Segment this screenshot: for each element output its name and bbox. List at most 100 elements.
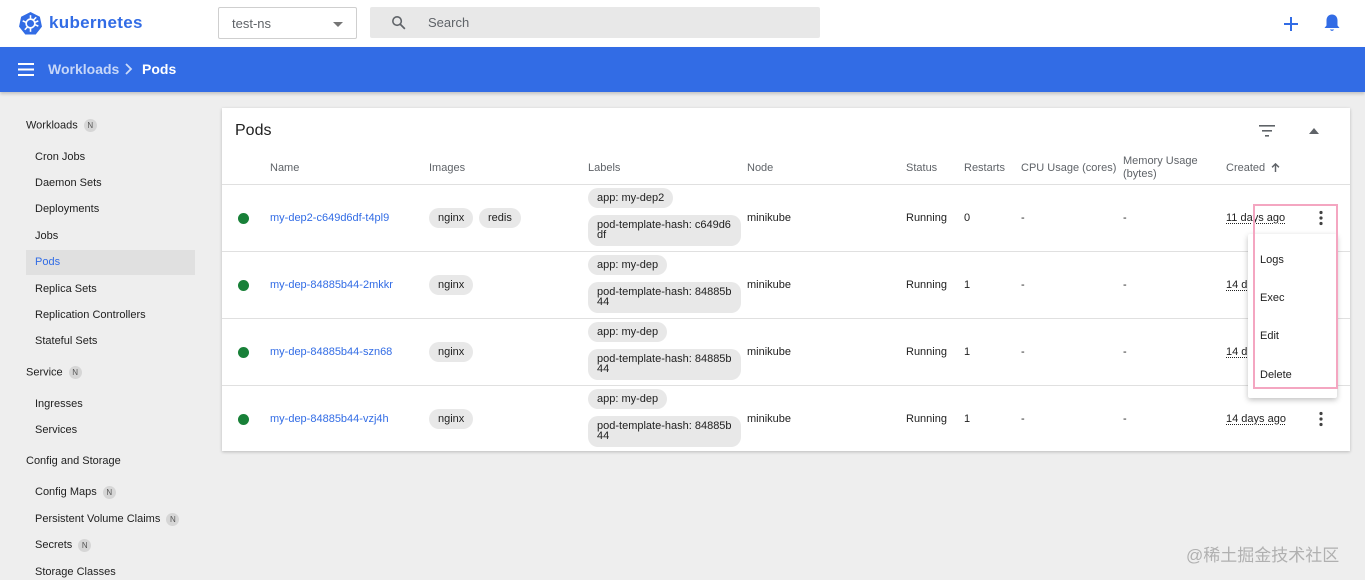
search-input[interactable] (428, 13, 808, 32)
chevron-down-icon (333, 22, 343, 27)
sidebar-item-persistent-volume-claims[interactable]: Persistent Volume Claims N (26, 507, 195, 532)
image-chip: nginx (429, 208, 474, 228)
node-value: minikube (747, 279, 792, 291)
sidebar: Workloads N Cron Jobs Daemon Sets Deploym… (0, 92, 206, 580)
hamburger-menu-icon[interactable] (18, 63, 34, 76)
column-header-labels: Labels (588, 162, 621, 174)
sidebar-item-pods[interactable]: Pods (26, 250, 195, 275)
image-chip: redis (479, 208, 521, 228)
pod-name-link[interactable]: my-dep-84885b44-szn68 (270, 346, 392, 358)
label-chip: app: my-dep (588, 389, 668, 409)
column-header-memory: Memory Usage (bytes) (1123, 155, 1198, 180)
sidebar-section-service[interactable]: Service N (26, 366, 82, 379)
status-running-icon (238, 280, 249, 291)
memory-value: - (1123, 279, 1127, 291)
pods-card: Pods Name Images Labels Node Status Rest… (222, 108, 1350, 451)
breadcrumb-current: Pods (142, 61, 177, 77)
search-bar[interactable] (370, 7, 820, 38)
column-header-images: Images (429, 162, 466, 174)
column-header-node: Node (747, 162, 774, 174)
restarts-value: 0 (964, 212, 971, 224)
label-chip: pod-template-hash: 84885b44 (588, 282, 741, 313)
kubernetes-logo-icon[interactable] (18, 11, 43, 36)
column-header-status: Status (906, 162, 938, 174)
cpu-value: - (1021, 212, 1025, 224)
menu-item-delete[interactable]: Delete (1248, 356, 1337, 394)
status-value: Running (906, 279, 947, 291)
namespaced-badge: N (78, 538, 92, 552)
node-value: minikube (747, 413, 792, 425)
sidebar-section-workloads[interactable]: Workloads N (26, 119, 97, 132)
sidebar-section-config-storage[interactable]: Config and Storage (26, 455, 121, 467)
restarts-value: 1 (964, 413, 971, 425)
more-vert-icon[interactable] (1317, 411, 1325, 427)
namespaced-badge: N (83, 119, 97, 132)
cpu-value: - (1021, 413, 1025, 425)
sidebar-item-config-maps[interactable]: Config Maps N (26, 480, 195, 505)
created-value: 14 days ago (1226, 413, 1286, 425)
chevron-right-icon (125, 63, 133, 75)
watermark: @稀土掘金技术社区 (1186, 546, 1340, 565)
menu-item-edit[interactable]: Edit (1248, 317, 1337, 355)
sidebar-item-daemon-sets[interactable]: Daemon Sets (26, 171, 195, 196)
sidebar-item-secrets[interactable]: Secrets N (26, 533, 195, 558)
label-chip: pod-template-hash: 84885b44 (588, 349, 741, 380)
image-chip: nginx (429, 409, 474, 429)
namespace-value: test-ns (232, 16, 272, 31)
sidebar-item-storage-classes[interactable]: Storage Classes (26, 560, 195, 580)
column-header-cpu: CPU Usage (cores) (1021, 162, 1117, 174)
sidebar-item-services[interactable]: Services (26, 418, 195, 443)
column-header-name[interactable]: Name (270, 162, 299, 175)
status-value: Running (906, 346, 947, 358)
namespace-select[interactable]: test-ns (218, 7, 357, 39)
sidebar-item-stateful-sets[interactable]: Stateful Sets (26, 329, 195, 354)
status-running-icon (238, 414, 249, 425)
label-chip: app: my-dep (588, 322, 668, 342)
menu-item-logs[interactable]: Logs (1248, 241, 1337, 279)
status-value: Running (906, 413, 947, 425)
created-value: 14 d (1226, 346, 1248, 358)
collapse-icon[interactable] (1309, 128, 1319, 134)
sidebar-item-deployments[interactable]: Deployments (26, 197, 195, 222)
sidebar-item-replication-controllers[interactable]: Replication Controllers (26, 303, 195, 328)
filter-icon[interactable] (1259, 125, 1275, 137)
menu-item-exec[interactable]: Exec (1248, 279, 1337, 317)
more-vert-icon[interactable] (1317, 210, 1325, 226)
pod-action-menu: Logs Exec Edit Delete (1248, 234, 1337, 398)
sidebar-item-replica-sets[interactable]: Replica Sets (26, 277, 195, 302)
table-row: my-dep-84885b44-2mkkr nginx app: my-dep … (222, 252, 1350, 319)
label-chip: pod-template-hash: c649d6df (588, 215, 741, 246)
image-chip: nginx (429, 275, 474, 295)
restarts-value: 1 (964, 279, 971, 291)
pod-name-link[interactable]: my-dep2-c649d6df-t4pl9 (270, 212, 389, 224)
sort-arrow-up-icon (1271, 162, 1280, 172)
toolbar: Workloads Pods (0, 47, 1365, 92)
sidebar-item-cron-jobs[interactable]: Cron Jobs (26, 145, 195, 170)
sidebar-item-ingresses[interactable]: Ingresses (26, 392, 195, 417)
top-bar: kubernetes test-ns (0, 0, 1365, 47)
status-running-icon (238, 347, 249, 358)
column-header-created[interactable]: Created (1226, 162, 1280, 175)
label-chip: app: my-dep2 (588, 188, 674, 208)
label-chip: pod-template-hash: 84885b44 (588, 416, 741, 447)
table-row: my-dep-84885b44-vzj4h nginx app: my-dep … (222, 386, 1350, 453)
table-row: my-dep-84885b44-szn68 nginx app: my-dep … (222, 319, 1350, 386)
created-value: 14 d (1226, 279, 1248, 291)
app-brand[interactable]: kubernetes (49, 13, 143, 33)
pod-name-link[interactable]: my-dep-84885b44-vzj4h (270, 413, 389, 425)
card-title: Pods (235, 122, 272, 139)
node-value: minikube (747, 346, 792, 358)
pod-name-link[interactable]: my-dep-84885b44-2mkkr (270, 279, 393, 291)
create-plus-icon[interactable] (1281, 14, 1301, 34)
restarts-value: 1 (964, 346, 971, 358)
memory-value: - (1123, 413, 1127, 425)
breadcrumb-workloads[interactable]: Workloads (48, 61, 119, 77)
notification-bell-icon[interactable] (1323, 13, 1341, 33)
sidebar-item-jobs[interactable]: Jobs (26, 224, 195, 249)
namespaced-badge: N (68, 366, 82, 379)
status-value: Running (906, 212, 947, 224)
column-header-restarts: Restarts (964, 162, 1005, 174)
memory-value: - (1123, 346, 1127, 358)
image-chip: nginx (429, 342, 474, 362)
status-running-icon (238, 213, 249, 224)
